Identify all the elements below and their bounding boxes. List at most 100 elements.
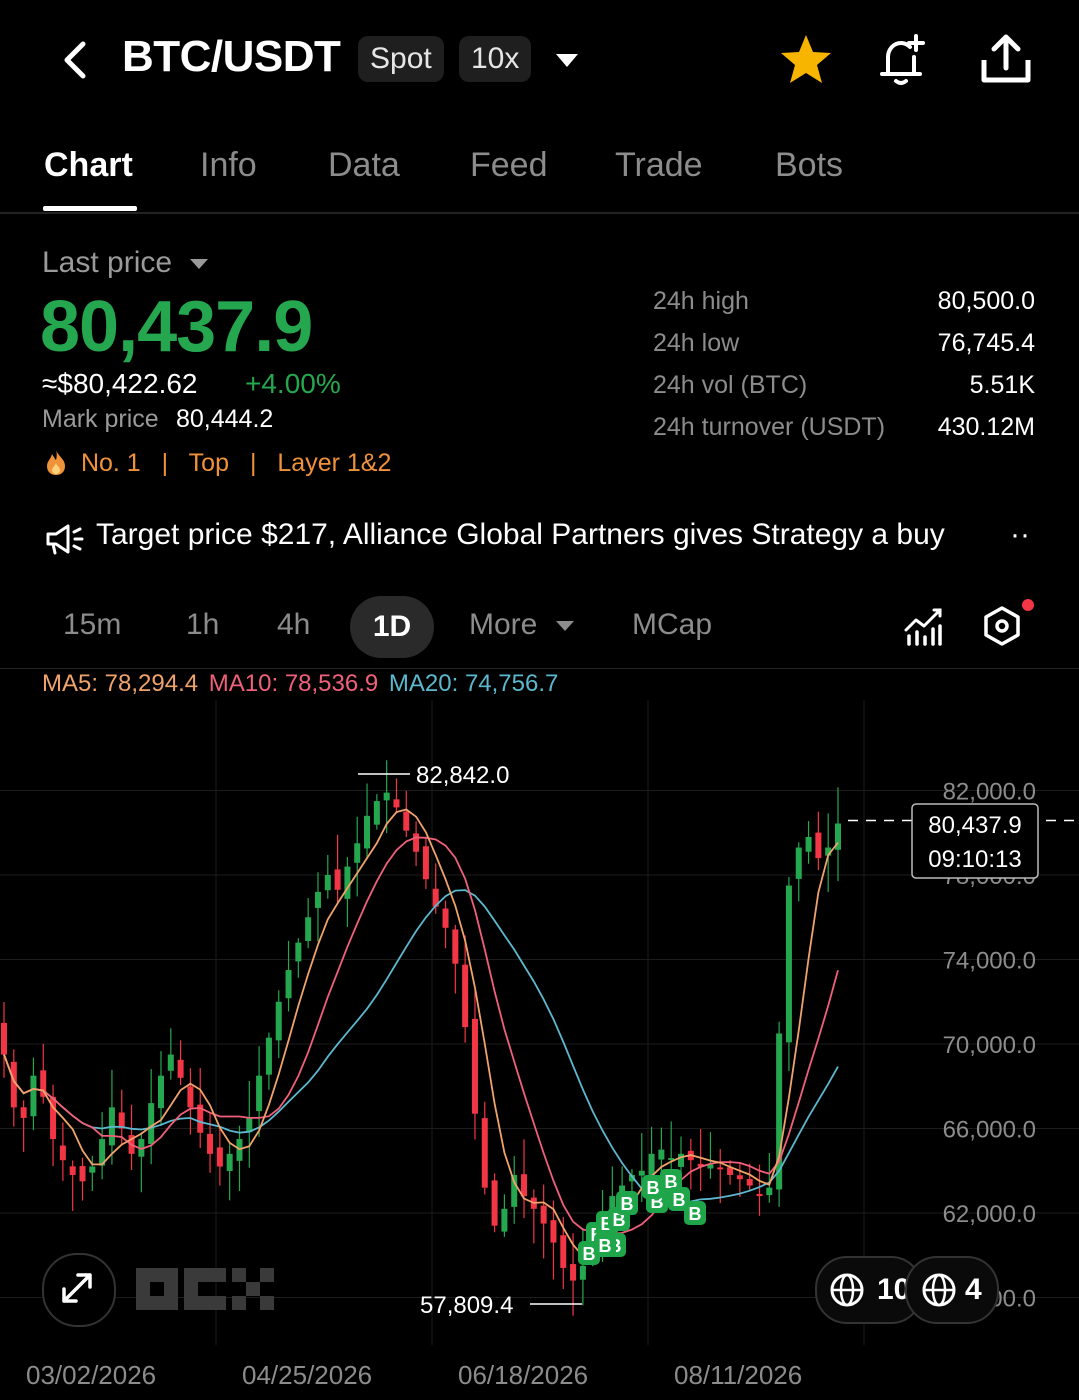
ma5-value: MA5: 78,294.4 xyxy=(42,670,199,697)
ma5-line xyxy=(3,808,839,1262)
tab-feed[interactable]: Feed xyxy=(470,146,548,185)
low-price-label: 57,809.4 xyxy=(420,1292,513,1319)
buy-marker-label: B xyxy=(583,1244,596,1264)
ma20-value: MA20: 74,756.7 xyxy=(388,670,559,697)
tag-top[interactable]: Top xyxy=(189,449,229,477)
chevron-down-icon xyxy=(555,621,574,632)
tab-data[interactable]: Data xyxy=(328,146,400,185)
candlestick-chart[interactable]: 82,842.057,809.482,000.078,000.074,000.0… xyxy=(0,700,1079,1350)
candle-body xyxy=(491,1180,498,1226)
mark-price-label: Mark price xyxy=(42,405,159,433)
interval-more-dropdown[interactable]: More xyxy=(469,608,576,642)
news-ticker-text[interactable]: Target price $217, Alliance Global Partn… xyxy=(96,518,1016,552)
candle-countdown-label: 09:10:13 xyxy=(928,846,1021,873)
signal-count-chip[interactable]: 4 xyxy=(905,1256,999,1324)
candle-body xyxy=(373,801,380,825)
tag-rank[interactable]: No. 1 xyxy=(81,449,141,477)
globe-icon xyxy=(922,1273,956,1307)
candle-body xyxy=(540,1205,547,1224)
candle-body xyxy=(295,942,302,962)
stat-24h-high-label: 24h high xyxy=(653,287,749,315)
interval-mcap[interactable]: MCap xyxy=(632,608,712,642)
candle-body xyxy=(413,833,420,852)
candle-body xyxy=(383,792,390,801)
stat-24h-vol-value: 5.51K xyxy=(969,371,1035,399)
leverage-badge: 10x xyxy=(459,36,532,82)
candle-body xyxy=(207,1133,214,1154)
candle-body xyxy=(167,1054,174,1071)
x-axis-label: 04/25/2026 xyxy=(242,1360,373,1390)
fullscreen-button[interactable] xyxy=(42,1253,116,1327)
candle-body xyxy=(403,811,410,831)
tag-layer[interactable]: Layer 1&2 xyxy=(277,449,391,477)
candle-body xyxy=(89,1166,96,1173)
candle-body xyxy=(717,1167,724,1170)
candle-body xyxy=(442,908,449,928)
candle-body xyxy=(314,891,321,908)
buy-marker-label: B xyxy=(647,1178,660,1198)
news-more[interactable]: ·· xyxy=(1010,518,1030,552)
favorite-star-icon[interactable] xyxy=(776,30,836,90)
candle-body xyxy=(805,836,812,852)
y-axis-tick-label: 74,000.0 xyxy=(943,948,1036,975)
candle-body xyxy=(452,929,459,964)
tab-info[interactable]: Info xyxy=(200,146,257,185)
y-axis-tick-label: 82,000.0 xyxy=(943,779,1036,806)
candle-body xyxy=(521,1174,528,1197)
last-price-selector[interactable]: Last price xyxy=(42,246,210,280)
interval-1d[interactable]: 1D xyxy=(350,596,434,658)
candle-body xyxy=(59,1145,66,1161)
asset-tags: No. 1 | Top | Layer 1&2 xyxy=(44,448,391,478)
stat-24h-vol-label: 24h vol (BTC) xyxy=(653,371,808,399)
flame-icon xyxy=(47,450,65,475)
candle-body xyxy=(658,1149,665,1160)
candle-body xyxy=(265,1037,272,1075)
candle-body xyxy=(148,1103,155,1145)
usd-price: ≈$80,422.62 xyxy=(42,368,198,399)
last-price-label: Last price xyxy=(42,246,173,279)
mark-price-value: 80,444.2 xyxy=(176,405,274,433)
interval-15m[interactable]: 15m xyxy=(63,608,121,642)
share-icon[interactable] xyxy=(976,30,1036,90)
tab-bots[interactable]: Bots xyxy=(775,146,843,185)
candle-body xyxy=(756,1193,763,1197)
price-alert-bell-icon[interactable] xyxy=(872,30,932,90)
expand-icon xyxy=(62,1273,92,1303)
candle-body xyxy=(69,1166,76,1175)
interval-4h[interactable]: 4h xyxy=(277,608,310,642)
candle-body xyxy=(275,1001,282,1041)
interval-1h[interactable]: 1h xyxy=(186,608,219,642)
current-price-label: 80,437.9 xyxy=(928,812,1021,839)
candle-body xyxy=(157,1075,164,1109)
indicators-icon[interactable] xyxy=(902,604,946,648)
x-axis-label: 06/18/2026 xyxy=(458,1360,589,1390)
candle-body xyxy=(579,1265,586,1280)
candle-body xyxy=(422,846,429,880)
price-change-percent: +4.00% xyxy=(245,368,341,399)
candle-body xyxy=(177,1059,184,1078)
high-price-label: 82,842.0 xyxy=(416,762,509,789)
megaphone-icon xyxy=(46,524,84,555)
chart-settings-icon[interactable] xyxy=(980,604,1024,648)
candle-body xyxy=(815,832,822,859)
pair-title[interactable]: BTC/USDT xyxy=(122,32,341,82)
candle-body xyxy=(344,866,351,899)
candle-body xyxy=(736,1175,743,1180)
candle-body xyxy=(334,869,341,890)
candle-body xyxy=(216,1147,223,1167)
candle-body xyxy=(226,1153,233,1172)
candle-body xyxy=(187,1086,194,1108)
buy-marker-label: B xyxy=(621,1194,634,1214)
tab-trade[interactable]: Trade xyxy=(615,146,703,185)
okx-watermark-logo xyxy=(136,1268,274,1310)
back-chevron-icon[interactable] xyxy=(56,38,96,82)
pair-dropdown-icon[interactable] xyxy=(552,48,582,72)
candle-body xyxy=(324,875,331,891)
stat-24h-turnover-label: 24h turnover (USDT) xyxy=(653,413,886,441)
candle-body xyxy=(795,847,802,879)
candle-body xyxy=(256,1075,263,1112)
tab-chart[interactable]: Chart xyxy=(44,146,133,185)
candle-body xyxy=(785,885,792,1043)
y-axis-tick-label: 70,000.0 xyxy=(943,1032,1036,1059)
ma10-value: MA10: 78,536.9 xyxy=(208,670,379,697)
